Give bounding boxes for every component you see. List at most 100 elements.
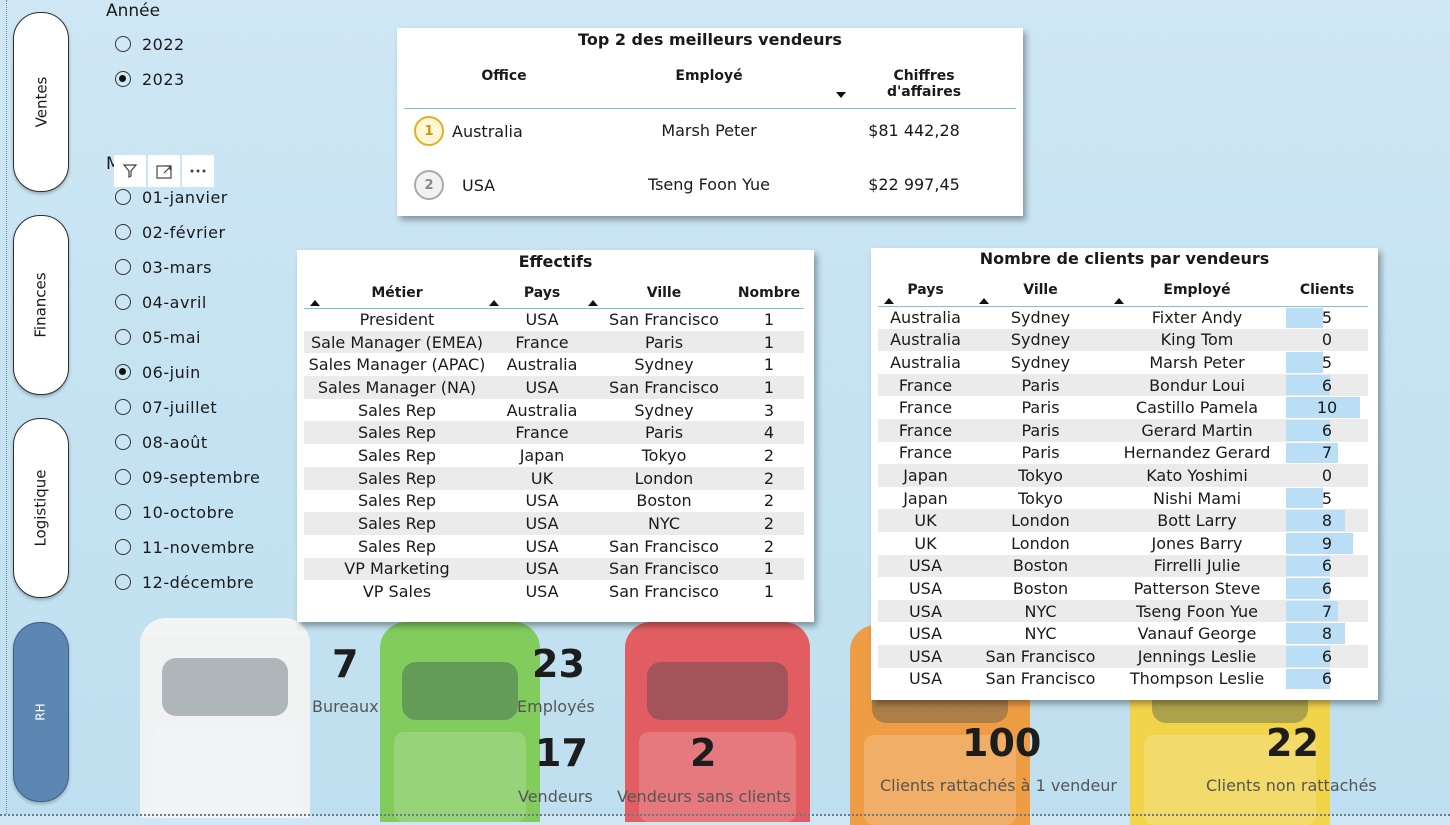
- radio-icon[interactable]: [115, 574, 131, 590]
- effectifs-col-metier[interactable]: Métier: [304, 278, 490, 308]
- radio-icon[interactable]: [115, 189, 131, 205]
- nav-logistique-button[interactable]: Logistique: [13, 418, 69, 598]
- cell-ville: San Francisco: [594, 376, 734, 399]
- radio-icon[interactable]: [115, 329, 131, 345]
- radio-icon[interactable]: [115, 294, 131, 310]
- header-office[interactable]: Office: [464, 68, 544, 84]
- nav-finances-button[interactable]: Finances: [13, 215, 69, 395]
- cell-ville: San Francisco: [609, 310, 719, 330]
- sort-asc-icon: [310, 299, 320, 306]
- cell-metier: Sales Manager (NA): [304, 376, 490, 399]
- clients-row: Australia Sydney King Tom 0: [878, 328, 1368, 352]
- cell-ville: Paris: [973, 418, 1108, 442]
- clients-col-clients[interactable]: Clients: [1286, 274, 1368, 306]
- clients-table: Pays Ville Employé Clients Australia Sydn…: [878, 274, 1368, 690]
- mois-option[interactable]: 08-août: [115, 429, 208, 455]
- radio-icon[interactable]: [115, 36, 131, 52]
- kpi-vendeurs-sans-clients-value: 2: [690, 731, 717, 775]
- radio-icon[interactable]: [115, 399, 131, 415]
- filter-icon[interactable]: [114, 155, 146, 187]
- mois-option-label: 02-février: [142, 222, 226, 242]
- data-bar: [1286, 307, 1323, 328]
- effectifs-row: Sales Rep Australia Sydney 3: [304, 399, 804, 422]
- mois-option[interactable]: 10-octobre: [115, 499, 234, 525]
- cell-clients: 6: [1286, 644, 1368, 668]
- cell-pays: France: [878, 373, 973, 397]
- mois-option[interactable]: 04-avril: [115, 289, 207, 315]
- cell-clients-value: 9: [1321, 533, 1333, 553]
- cell-pays: USA: [908, 624, 943, 644]
- top-vendeur-row: 2 USA Tseng Foon Yue $22 997,45: [404, 170, 1016, 200]
- clients-col-ville-label: Ville: [1023, 281, 1058, 298]
- cell-nombre: 2: [734, 466, 804, 490]
- mois-option[interactable]: 05-mai: [115, 324, 201, 350]
- cell-metier: Sales Rep: [357, 536, 437, 556]
- sort-asc-icon: [588, 299, 598, 306]
- radio-icon[interactable]: [115, 224, 131, 240]
- cell-clients: 10: [1286, 396, 1368, 419]
- radio-icon[interactable]: [115, 434, 131, 450]
- mois-option[interactable]: 06-juin: [115, 359, 201, 385]
- mois-option[interactable]: 11-novembre: [115, 534, 255, 560]
- clients-col-employe[interactable]: Employé: [1108, 274, 1286, 306]
- clients-col-employe-label: Employé: [1163, 281, 1231, 298]
- effectifs-col-pays[interactable]: Pays: [489, 278, 594, 308]
- focus-mode-icon[interactable]: [148, 155, 180, 187]
- cell-clients-value: 8: [1321, 624, 1333, 644]
- header-chiffres-affaires[interactable]: Chiffres d'affaires: [854, 68, 994, 100]
- effectifs-row: Sales Rep USA San Francisco 2: [304, 535, 804, 558]
- radio-icon[interactable]: [115, 539, 131, 555]
- cell-clients-value: 6: [1321, 420, 1333, 440]
- radio-icon[interactable]: [115, 259, 131, 275]
- cell-nombre: 2: [763, 536, 775, 556]
- cell-employe: Bondur Loui: [1108, 373, 1286, 397]
- nav-finances-label: Finances: [32, 272, 51, 338]
- effectifs-row: VP Sales USA San Francisco 1: [304, 580, 804, 603]
- mois-option[interactable]: 09-septembre: [115, 464, 260, 490]
- nav-ventes-label: Ventes: [31, 76, 50, 128]
- cell-pays: USA: [490, 557, 594, 581]
- effectifs-row: Sales Rep France Paris 4: [304, 421, 804, 445]
- cell-employe: Tseng Foon Yue: [1108, 599, 1286, 623]
- effectifs-row: VP Marketing USA San Francisco 1: [304, 557, 804, 581]
- mois-option[interactable]: 01-janvier: [115, 184, 228, 210]
- data-bar: [1286, 352, 1323, 373]
- header-employe[interactable]: Employé: [654, 68, 764, 84]
- cell-clients: 8: [1286, 509, 1368, 532]
- cell-ville: NYC: [1024, 624, 1057, 644]
- nav-rh-button[interactable]: RH: [13, 622, 69, 802]
- cell-ville: Boston: [636, 491, 692, 511]
- cell-metier: Sales Rep: [357, 491, 437, 511]
- cell-pays: USA: [908, 669, 943, 689]
- mois-option[interactable]: 12-décembre: [115, 569, 254, 595]
- cell-ville: Sydney: [1010, 352, 1071, 372]
- clients-col-clients-label: Clients: [1299, 281, 1355, 298]
- annee-option[interactable]: 2022: [115, 31, 185, 57]
- nav-ventes-button[interactable]: Ventes: [13, 12, 69, 192]
- cell-nombre: 1: [734, 376, 804, 399]
- radio-icon[interactable]: [115, 504, 131, 520]
- cell-pays: USA: [878, 599, 973, 623]
- cell-pays: Japan: [878, 464, 973, 487]
- mois-option[interactable]: 03-mars: [115, 254, 212, 280]
- radio-icon[interactable]: [115, 469, 131, 485]
- clients-col-pays[interactable]: Pays: [878, 274, 973, 306]
- radio-selected-icon[interactable]: [115, 71, 131, 87]
- cell-clients: 6: [1286, 668, 1368, 691]
- cell-clients-value: 6: [1321, 556, 1333, 576]
- mois-option-label: 11-novembre: [142, 537, 255, 557]
- clients-row: USA Boston Firrelli Julie 6: [878, 554, 1368, 578]
- cell-clients-value: 5: [1321, 352, 1333, 372]
- cell-clients: 5: [1286, 351, 1368, 374]
- clients-col-ville[interactable]: Ville: [973, 274, 1108, 306]
- cell-pays: France: [490, 330, 594, 354]
- effectifs-col-nombre[interactable]: Nombre: [734, 278, 804, 308]
- mois-option[interactable]: 07-juillet: [115, 394, 217, 420]
- more-options-icon[interactable]: [182, 155, 214, 187]
- radio-selected-icon[interactable]: [115, 364, 131, 380]
- annee-option[interactable]: 2023: [115, 66, 185, 92]
- data-bar: [1286, 532, 1353, 554]
- mois-option[interactable]: 02-février: [115, 219, 226, 245]
- effectifs-col-ville[interactable]: Ville: [588, 278, 734, 308]
- cell-nombre: 3: [763, 400, 775, 420]
